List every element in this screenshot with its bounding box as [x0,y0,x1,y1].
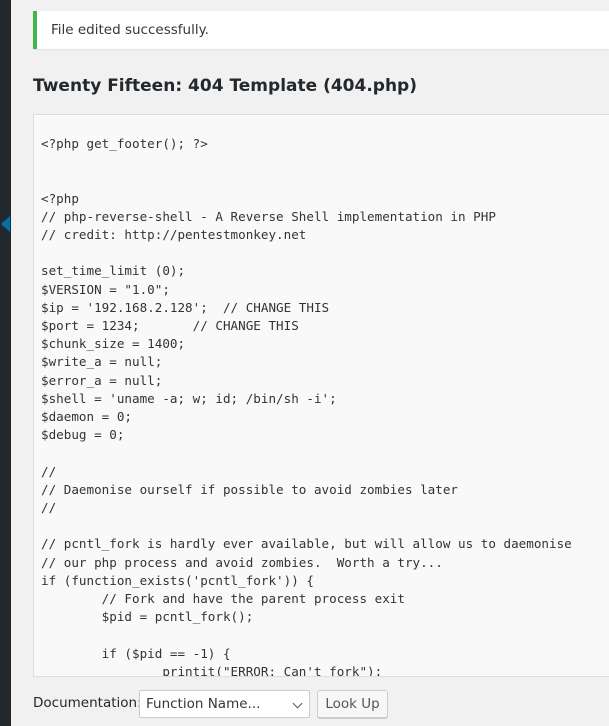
code-editor[interactable]: <?php get_footer(); ?> <?php // php-reve… [33,114,609,677]
notice-message: File edited successfully. [51,22,209,38]
collapse-arrow-icon[interactable] [0,207,11,241]
code-content[interactable]: <?php get_footer(); ?> <?php // php-reve… [41,135,572,676]
chevron-down-icon [292,698,303,709]
function-name-select[interactable]: Function Name... [139,690,310,718]
documentation-label: Documentation: [33,695,142,711]
lookup-button[interactable]: Look Up [317,690,388,718]
documentation-row: Documentation: Function Name... Look Up [33,690,609,720]
admin-sidebar [0,0,11,726]
success-notice: File edited successfully. [33,11,609,49]
arrow-shape [1,216,10,232]
select-value: Function Name... [146,696,261,712]
file-title: Twenty Fifteen: 404 Template (404.php) [33,76,417,96]
